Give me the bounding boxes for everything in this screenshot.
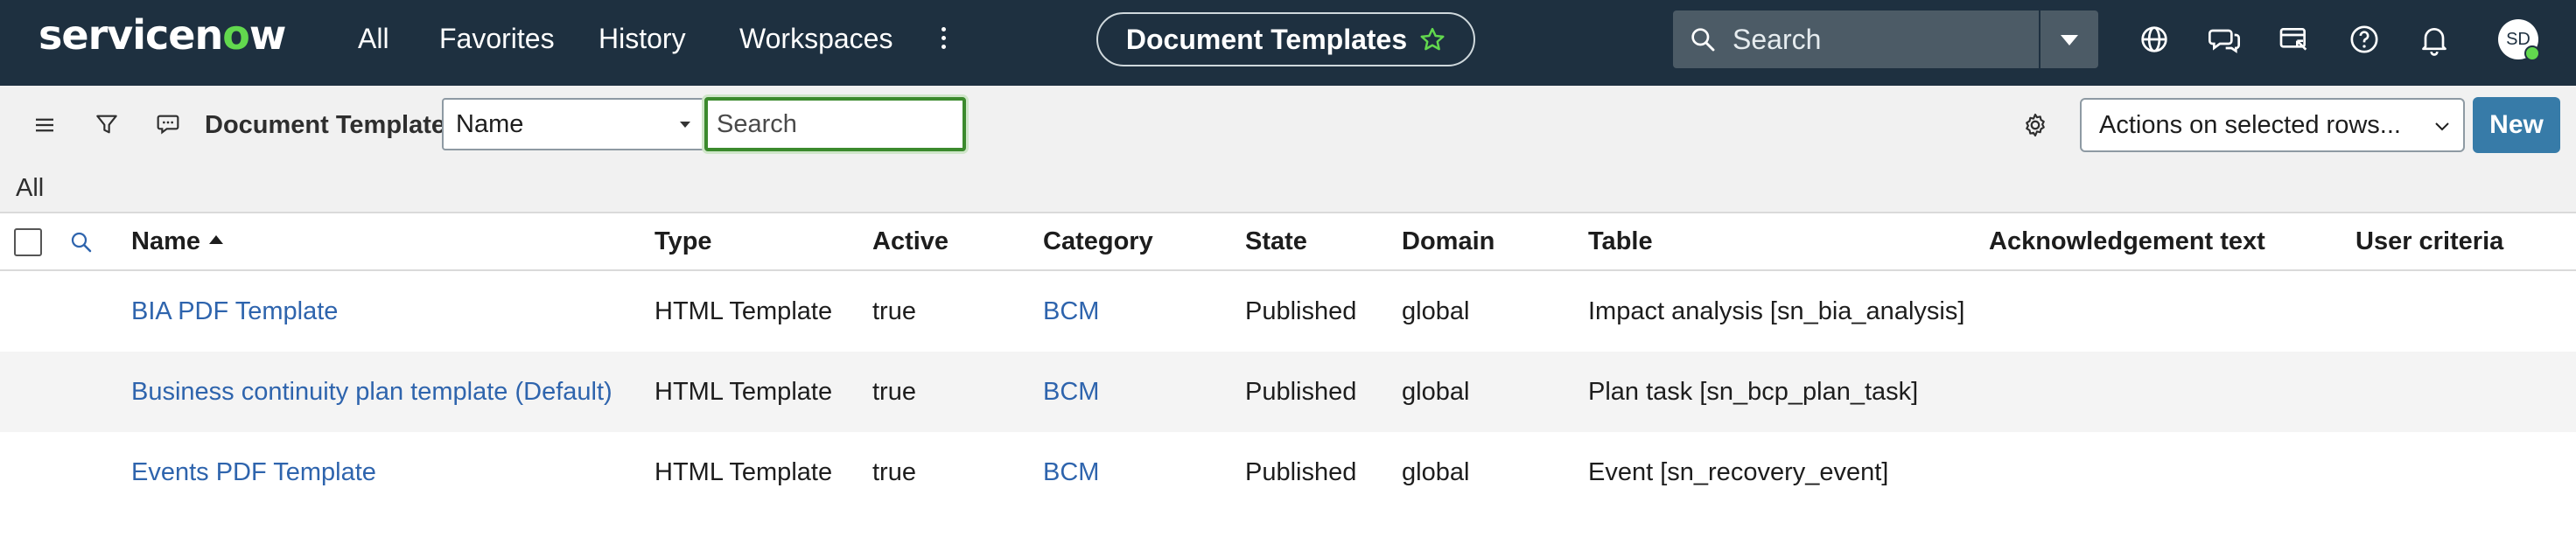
cell-name-link[interactable]: BIA PDF Template <box>131 271 338 352</box>
column-header-state[interactable]: State <box>1245 213 1307 269</box>
nav-favorites[interactable]: Favorites <box>439 19 555 58</box>
nav-workspaces[interactable]: Workspaces <box>739 19 892 58</box>
select-all-checkbox[interactable] <box>14 228 42 256</box>
search-field-select[interactable]: Name <box>442 98 704 150</box>
column-header-label: Name <box>131 227 200 255</box>
logo-text: servicen <box>38 11 223 59</box>
column-header-acknowledgement-text[interactable]: Acknowledgement text <box>1989 213 2265 269</box>
column-header-name[interactable]: Name <box>131 213 223 269</box>
hamburger-menu-icon[interactable] <box>32 112 58 138</box>
search-field-value: Name <box>456 110 524 138</box>
table-row: Events PDF Template HTML Template true B… <box>0 432 2576 513</box>
cell-domain: global <box>1402 297 1470 325</box>
nav-history[interactable]: History <box>598 19 686 58</box>
logo-text-accent: o <box>222 11 250 59</box>
actions-on-selected-rows-select[interactable]: Actions on selected rows... <box>2080 98 2465 152</box>
page-title-pill[interactable]: Document Templates <box>1096 12 1475 66</box>
column-header-active[interactable]: Active <box>872 213 948 269</box>
cell-active: true <box>872 378 916 406</box>
list-search-box[interactable] <box>704 97 966 151</box>
actions-select-label: Actions on selected rows... <box>2099 111 2401 139</box>
cell-active: true <box>872 458 916 486</box>
cell-category-link[interactable]: BCM <box>1043 432 1099 513</box>
chevron-down-icon <box>680 122 690 128</box>
cell-table: Impact analysis [sn_bia_analysis] <box>1588 297 1965 325</box>
bell-icon[interactable] <box>2417 22 2452 57</box>
list-search-input[interactable] <box>708 101 953 148</box>
cell-type: HTML Template <box>654 297 833 325</box>
column-header-type[interactable]: Type <box>654 213 712 269</box>
column-header-table[interactable]: Table <box>1588 213 1653 269</box>
cell-type: HTML Template <box>654 378 833 406</box>
comment-icon[interactable] <box>154 110 182 138</box>
servicenow-logo[interactable]: servicenow <box>38 10 286 59</box>
cell-table: Event [sn_recovery_event] <box>1588 458 1889 486</box>
cell-state: Published <box>1245 297 1357 325</box>
sort-ascending-icon <box>209 235 223 245</box>
cell-name-link[interactable]: Events PDF Template <box>131 432 376 513</box>
column-header-category[interactable]: Category <box>1043 213 1153 269</box>
globe-icon[interactable] <box>2137 22 2172 57</box>
column-header-user-criteria[interactable]: User criteria <box>2356 213 2503 269</box>
nav-all[interactable]: All <box>358 19 389 58</box>
favorite-star-icon[interactable] <box>1419 26 1446 52</box>
cell-category-link[interactable]: BCM <box>1043 271 1099 352</box>
new-button[interactable]: New <box>2473 97 2560 153</box>
gear-icon[interactable] <box>2020 110 2050 140</box>
help-icon[interactable] <box>2347 22 2382 57</box>
breadcrumb-bar: All <box>0 164 2576 213</box>
cell-domain: global <box>1402 378 1470 406</box>
list-title: Document Templates <box>205 111 460 139</box>
table-row: BIA PDF Template HTML Template true BCM … <box>0 271 2576 352</box>
global-header: servicenow All Favorites History Workspa… <box>0 0 2576 86</box>
breadcrumb[interactable]: All <box>16 164 44 212</box>
cell-table: Plan task [sn_bcp_plan_task] <box>1588 378 1919 406</box>
screen-share-icon[interactable] <box>2277 22 2312 57</box>
user-avatar[interactable]: SD <box>2498 19 2540 61</box>
cell-active: true <box>872 297 916 325</box>
cell-state: Published <box>1245 458 1357 486</box>
global-search-input[interactable]: Search <box>1673 10 2039 68</box>
chat-icon[interactable] <box>2207 22 2242 57</box>
cell-category-link[interactable]: BCM <box>1043 352 1099 432</box>
table-row: Business continuity plan template (Defau… <box>0 352 2576 432</box>
page-title: Document Templates <box>1125 23 1408 55</box>
search-scope-dropdown[interactable] <box>2040 10 2098 68</box>
cell-name-link[interactable]: Business continuity plan template (Defau… <box>131 352 612 432</box>
column-search-icon[interactable] <box>68 229 94 255</box>
filter-icon[interactable] <box>93 110 121 138</box>
logo-text-end: w <box>248 11 286 59</box>
column-header-domain[interactable]: Domain <box>1402 213 1494 269</box>
presence-indicator <box>2524 45 2540 61</box>
global-search-placeholder: Search <box>1732 24 1822 55</box>
cell-state: Published <box>1245 378 1357 406</box>
user-initials: SD <box>2506 30 2530 49</box>
table-header: Name Type Active Category State Domain T… <box>0 213 2576 271</box>
chevron-down-icon <box>2061 35 2078 45</box>
search-icon <box>1691 28 1715 52</box>
cell-domain: global <box>1402 458 1470 486</box>
more-menu-icon[interactable] <box>933 23 954 58</box>
chevron-down-icon <box>2435 122 2449 131</box>
cell-type: HTML Template <box>654 458 833 486</box>
